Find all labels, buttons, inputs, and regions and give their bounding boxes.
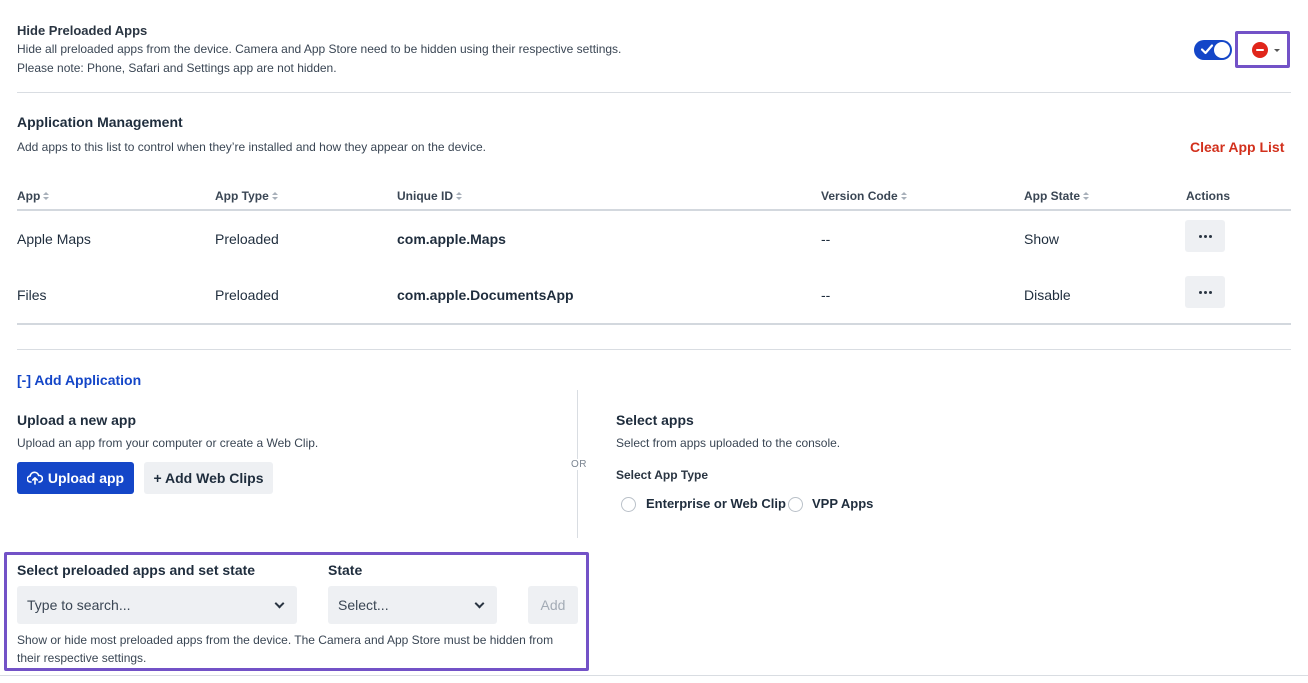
- add-web-clips-button[interactable]: + Add Web Clips: [144, 462, 273, 494]
- select-app-type-label: Select App Type: [616, 468, 709, 482]
- table-cell-unique-id: com.apple.Maps: [397, 231, 506, 247]
- add-application-toggle[interactable]: [-] Add Application: [17, 372, 141, 388]
- upload-app-label: Upload app: [47, 470, 125, 486]
- column-header-version-code[interactable]: Version Code: [821, 189, 907, 203]
- state-select[interactable]: Select...: [328, 586, 497, 624]
- upload-app-button[interactable]: Upload app: [17, 462, 134, 494]
- table-header-divider: [17, 209, 1291, 211]
- preloaded-help-text-1: Show or hide most preloaded apps from th…: [17, 633, 554, 647]
- hide-preloaded-toggle[interactable]: [1194, 40, 1232, 60]
- table-cell-app-type: Preloaded: [215, 231, 279, 247]
- radio-enterprise-web-clip[interactable]: [621, 497, 636, 512]
- column-header-app-state[interactable]: App State: [1024, 189, 1090, 203]
- column-header-actions: Actions: [1186, 189, 1231, 203]
- table-cell-app-state: Show: [1024, 231, 1060, 247]
- sort-icon: [43, 192, 50, 200]
- select-preloaded-apps-label: Select preloaded apps and set state: [17, 562, 256, 578]
- sort-icon: [456, 192, 462, 200]
- check-icon: [1200, 44, 1214, 55]
- sort-icon: [900, 192, 907, 200]
- preloaded-apps-search[interactable]: Type to search...: [17, 586, 297, 624]
- select-apps-desc: Select from apps uploaded to the console…: [616, 436, 841, 450]
- or-label: OR: [570, 459, 588, 470]
- radio-vpp-apps[interactable]: [788, 497, 803, 512]
- row-actions-button[interactable]: [1185, 220, 1225, 252]
- section-divider: [17, 349, 1291, 350]
- table-cell-version-code: --: [821, 231, 831, 247]
- clear-app-list-link[interactable]: Clear App List: [1190, 139, 1284, 155]
- hide-preloaded-desc-1: Hide all preloaded apps from the device.…: [17, 42, 622, 56]
- preloaded-apps-placeholder: Type to search...: [27, 597, 131, 613]
- preloaded-help-text-2: their respective settings.: [17, 651, 147, 665]
- column-header-app[interactable]: App: [17, 189, 50, 203]
- policy-action-dropdown[interactable]: [1235, 31, 1290, 68]
- app-management-title: Application Management: [17, 114, 183, 130]
- cloud-upload-icon: [26, 471, 43, 485]
- state-placeholder: Select...: [338, 597, 389, 613]
- table-cell-app-type: Preloaded: [215, 287, 279, 303]
- upload-new-app-desc: Upload an app from your computer or crea…: [17, 436, 319, 450]
- column-header-unique-id[interactable]: Unique ID: [397, 189, 462, 203]
- sort-icon: [271, 192, 278, 200]
- section-divider: [17, 92, 1291, 93]
- chevron-down-icon: [474, 598, 485, 608]
- caret-down-icon: [1274, 49, 1280, 52]
- table-cell-unique-id: com.apple.DocumentsApp: [397, 287, 574, 303]
- add-preloaded-button[interactable]: Add: [528, 586, 578, 624]
- app-management-desc: Add apps to this list to control when th…: [17, 140, 486, 154]
- state-label: State: [328, 562, 363, 578]
- toggle-knob: [1214, 42, 1230, 58]
- table-cell-app: Apple Maps: [17, 231, 91, 247]
- sort-icon: [1083, 192, 1090, 200]
- upload-new-app-title: Upload a new app: [17, 412, 137, 428]
- hide-preloaded-title: Hide Preloaded Apps: [17, 23, 148, 38]
- hide-preloaded-desc-2: Please note: Phone, Safari and Settings …: [17, 61, 337, 75]
- table-cell-app: Files: [17, 287, 47, 303]
- bottom-divider: [0, 675, 1308, 676]
- radio-label-enterprise-web-clip[interactable]: Enterprise or Web Clip: [646, 496, 786, 511]
- table-cell-version-code: --: [821, 287, 831, 303]
- radio-label-vpp-apps[interactable]: VPP Apps: [812, 496, 873, 511]
- table-bottom-divider: [17, 323, 1291, 325]
- row-actions-button[interactable]: [1185, 276, 1225, 308]
- deny-icon: [1252, 42, 1268, 58]
- column-header-app-type[interactable]: App Type: [215, 189, 278, 203]
- chevron-down-icon: [274, 598, 285, 608]
- table-cell-app-state: Disable: [1024, 287, 1071, 303]
- select-apps-title: Select apps: [616, 412, 694, 428]
